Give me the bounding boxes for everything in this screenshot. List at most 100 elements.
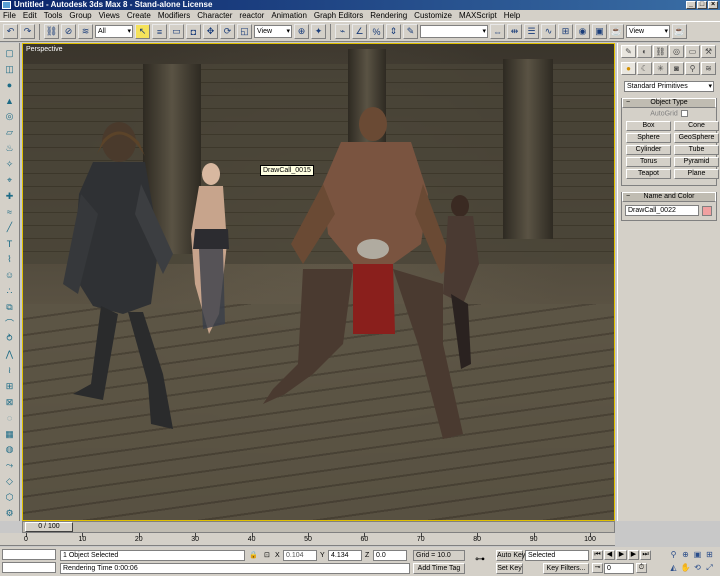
set-key-button[interactable]: Set Key xyxy=(496,563,523,574)
modifier-ffd-icon[interactable]: ⊞ xyxy=(2,379,17,394)
menu-maxscript[interactable]: MAXScript xyxy=(459,11,497,20)
maxscript-listener-mini[interactable] xyxy=(2,549,56,560)
menu-tools[interactable]: Tools xyxy=(44,11,63,20)
mirror-icon[interactable]: ⇔ xyxy=(490,24,505,39)
curve-editor-icon[interactable]: ∿ xyxy=(541,24,556,39)
geometry-icon[interactable]: ● xyxy=(621,62,636,75)
menu-character[interactable]: Character xyxy=(197,11,232,20)
motion-tab-icon[interactable]: ◎ xyxy=(669,45,684,58)
tube-button[interactable]: Tube xyxy=(674,145,719,156)
modifier-smooth-icon[interactable]: ◌ xyxy=(2,411,17,426)
menu-animation[interactable]: Animation xyxy=(271,11,307,20)
x-coordinate-field[interactable]: 0.104 xyxy=(283,550,317,561)
compound-object-icon[interactable]: ⧉ xyxy=(2,300,17,315)
zoom-all-icon[interactable]: ⊕ xyxy=(680,550,691,561)
modify-tab-icon[interactable]: ◐ xyxy=(637,45,652,58)
object-name-field[interactable]: DrawCall_0022 xyxy=(625,205,699,217)
create-tab-icon[interactable]: ✎ xyxy=(621,45,636,58)
shapes-icon[interactable]: ☾ xyxy=(637,62,652,75)
menu-reactor[interactable]: reactor xyxy=(239,11,264,20)
box-button[interactable]: Box xyxy=(626,121,671,132)
spinner-snap-icon[interactable]: ⇕ xyxy=(386,24,401,39)
cylinder-button[interactable]: Cylinder xyxy=(626,145,671,156)
z-coordinate-field[interactable]: 0.0 xyxy=(373,550,407,561)
redo-icon[interactable]: ↷ xyxy=(20,24,35,39)
key-mode-toggle-icon[interactable]: ⊸ xyxy=(592,563,603,573)
key-icon[interactable]: ⊶ xyxy=(475,555,485,565)
name-color-header[interactable]: Name and Color xyxy=(622,192,716,203)
render-view-dropdown[interactable]: View xyxy=(626,25,670,38)
pan-icon[interactable]: ✋ xyxy=(680,563,691,574)
maximize-viewport-icon[interactable]: ⤢ xyxy=(704,563,715,574)
render-last-icon[interactable]: ☕ xyxy=(672,24,687,39)
menu-views[interactable]: Views xyxy=(99,11,120,20)
field-of-view-icon[interactable]: ◭ xyxy=(668,563,679,574)
zoom-extents-all-icon[interactable]: ⊞ xyxy=(704,550,715,561)
sphere-button[interactable]: Sphere xyxy=(626,133,671,144)
modifier-morph-icon[interactable]: ⤳ xyxy=(2,458,17,473)
go-to-start-icon[interactable]: ⏮ xyxy=(592,550,603,560)
modifier-mesh-icon[interactable]: ◇ xyxy=(2,474,17,489)
create-line-icon[interactable]: ╱ xyxy=(2,220,17,235)
modifier-lattice-icon[interactable]: ⊠ xyxy=(2,395,17,410)
teapot-button[interactable]: Teapot xyxy=(626,169,671,180)
category-dropdown[interactable]: Standard Primitives xyxy=(624,81,714,92)
schematic-view-icon[interactable]: ⊞ xyxy=(558,24,573,39)
create-box-icon[interactable]: ▢ xyxy=(2,46,17,61)
modifier-uvw-icon[interactable]: ▦ xyxy=(2,427,17,442)
maximize-button[interactable]: □ xyxy=(697,1,707,9)
geosphere-button[interactable]: GeoSphere xyxy=(674,133,719,144)
select-and-scale-icon[interactable]: ◱ xyxy=(237,24,252,39)
spacewarps-icon[interactable]: ≋ xyxy=(701,62,716,75)
reference-coord-dropdown[interactable]: View xyxy=(254,25,292,38)
utilities-tab-icon[interactable]: ⚒ xyxy=(701,45,716,58)
auto-key-button[interactable]: Auto Key xyxy=(496,550,525,561)
time-slider-thumb[interactable]: 0 / 100 xyxy=(25,522,73,532)
y-coordinate-field[interactable]: 4.134 xyxy=(328,550,362,561)
arc-rotate-icon[interactable]: ⟲ xyxy=(692,563,703,574)
previous-frame-icon[interactable]: ◀ xyxy=(604,550,615,560)
create-helper-icon[interactable]: ✚ xyxy=(2,189,17,204)
window-crossing-icon[interactable]: ◘ xyxy=(186,24,201,39)
create-camera-icon[interactable]: ⌖ xyxy=(2,173,17,188)
menu-edit[interactable]: Edit xyxy=(23,11,37,20)
object-color-swatch[interactable] xyxy=(702,205,712,216)
lights-icon[interactable]: ✳ xyxy=(653,62,668,75)
quick-render-icon[interactable]: ☕ xyxy=(609,24,624,39)
create-cone-icon[interactable]: ▲ xyxy=(2,94,17,109)
autogrid-checkbox[interactable] xyxy=(680,110,688,117)
lock-icon[interactable]: 🔒 xyxy=(249,551,258,560)
zoom-icon[interactable]: ⚲ xyxy=(668,550,679,561)
layer-manager-icon[interactable]: ☰ xyxy=(524,24,539,39)
current-frame-field[interactable]: 0 xyxy=(604,563,634,574)
object-type-header[interactable]: Object Type xyxy=(622,98,716,108)
play-icon[interactable]: ▶ xyxy=(616,550,627,560)
menu-file[interactable]: File xyxy=(3,11,16,20)
hierarchy-tab-icon[interactable]: ⛓ xyxy=(653,45,668,58)
percent-snap-icon[interactable]: % xyxy=(369,24,384,39)
helpers-icon[interactable]: ⚲ xyxy=(685,62,700,75)
absolute-mode-icon[interactable]: ⊡ xyxy=(264,551,270,560)
plane-button[interactable]: Plane xyxy=(674,169,719,180)
particle-system-icon[interactable]: ∴ xyxy=(2,284,17,299)
select-object-icon[interactable]: ↖ xyxy=(135,24,150,39)
menu-rendering[interactable]: Rendering xyxy=(370,11,407,20)
menu-customize[interactable]: Customize xyxy=(414,11,452,20)
viewport-label[interactable]: Perspective xyxy=(26,46,63,53)
minimize-button[interactable]: _ xyxy=(686,1,696,9)
rectangular-selection-icon[interactable]: ▭ xyxy=(169,24,184,39)
menu-graph-editors[interactable]: Graph Editors xyxy=(314,11,363,20)
create-biped-icon[interactable]: ☺ xyxy=(2,268,17,283)
angle-snap-icon[interactable]: ∠ xyxy=(352,24,367,39)
select-and-rotate-icon[interactable]: ⟳ xyxy=(220,24,235,39)
create-light-icon[interactable]: ✧ xyxy=(2,157,17,172)
key-filters-button[interactable]: Key Filters... xyxy=(543,563,589,574)
create-spacewarp-icon[interactable]: ≈ xyxy=(2,205,17,220)
manipulate-icon[interactable]: ✦ xyxy=(311,24,326,39)
time-configuration-icon[interactable]: ⏱ xyxy=(636,563,647,573)
add-time-tag-button[interactable]: Add Time Tag xyxy=(413,563,465,574)
named-selection-dropdown[interactable] xyxy=(420,25,488,38)
create-bone-icon[interactable]: ⌇ xyxy=(2,252,17,267)
render-scene-icon[interactable]: ▣ xyxy=(592,24,607,39)
bind-space-warp-icon[interactable]: ≋ xyxy=(78,24,93,39)
